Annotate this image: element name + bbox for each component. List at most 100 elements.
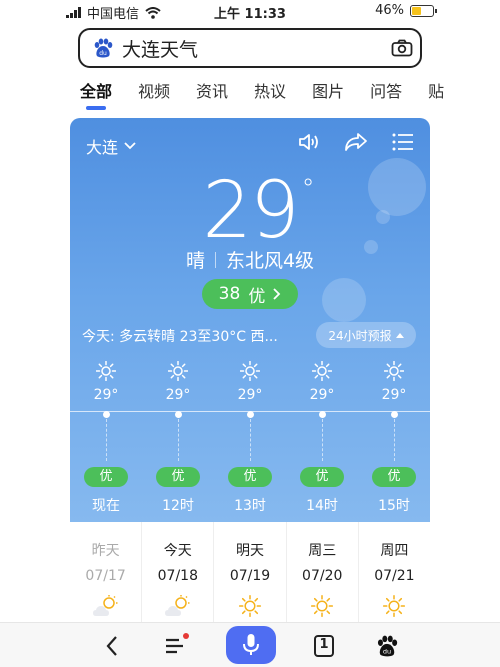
hourly-aqi-badge: 优 xyxy=(84,467,128,487)
hourly-item: 29° 优现在 xyxy=(81,360,131,521)
daily-item[interactable]: 昨天 07/17 xyxy=(70,522,143,622)
degree-symbol: ° xyxy=(301,174,315,204)
tab-qa[interactable]: 问答 xyxy=(370,78,402,110)
partly-cloudy-icon xyxy=(92,594,120,618)
tab-images[interactable]: 图片 xyxy=(312,78,344,110)
triangle-up-icon xyxy=(395,333,404,338)
voice-search-button[interactable] xyxy=(226,626,276,664)
today-summary: 今天: 多云转晴 23至30°C 西... xyxy=(82,329,278,345)
search-input[interactable]: 大连天气 xyxy=(122,35,384,62)
status-right: 46% xyxy=(375,3,437,18)
bottom-nav: 1 du xyxy=(0,622,500,667)
forecast-24h-label: 24小时预报 xyxy=(328,328,392,343)
hourly-temp: 29° xyxy=(309,387,335,403)
hourly-time: 13时 xyxy=(234,498,266,514)
hourly-time: 现在 xyxy=(92,498,120,514)
tab-tieba[interactable]: 贴 xyxy=(428,78,444,110)
daily-weekday: 周三 xyxy=(308,543,337,559)
aqi-label: 优 xyxy=(248,286,266,307)
sun-icon xyxy=(383,360,405,382)
search-box[interactable]: du 大连天气 xyxy=(78,28,422,68)
hourly-item: 29° 优 13时 xyxy=(225,360,275,521)
hourly-time: 15时 xyxy=(378,498,410,514)
sun-icon xyxy=(236,594,264,618)
daily-date: 07/20 xyxy=(302,568,343,584)
temperature-value: 29 xyxy=(202,166,299,256)
svg-text:du: du xyxy=(99,50,107,57)
hourly-guide-line xyxy=(250,419,251,461)
tabs-button[interactable]: 1 xyxy=(307,629,341,663)
tab-news[interactable]: 资讯 xyxy=(196,78,228,110)
microphone-icon xyxy=(243,634,259,655)
sun-icon xyxy=(380,594,408,618)
share-icon[interactable] xyxy=(344,132,368,152)
hourly-item: 29° 优 14时 xyxy=(297,360,347,521)
speaker-icon[interactable] xyxy=(298,132,320,152)
decor-bubble xyxy=(322,278,366,322)
condition-text: 晴 xyxy=(185,250,205,272)
svg-text:du: du xyxy=(383,648,391,656)
current-temperature: 29 ° xyxy=(70,166,430,256)
hourly-temp: 29° xyxy=(381,387,407,403)
hourly-temp-point xyxy=(175,411,182,418)
tab-all[interactable]: 全部 xyxy=(80,78,112,110)
baidu-home-button[interactable]: du xyxy=(370,629,404,663)
daily-weekday: 明天 xyxy=(236,543,264,559)
baidu-paw-icon: du xyxy=(377,635,398,657)
daily-forecast: 昨天 07/17 今天 07/18 明天 07/19 周三 07/20 周四 07/21 xyxy=(70,522,430,622)
hourly-temp: 29° xyxy=(165,387,191,403)
status-bar: 中国电信 上午 11:33 46% xyxy=(0,0,500,22)
hourly-guide-line xyxy=(394,419,395,461)
sun-icon xyxy=(308,594,336,618)
daily-weekday: 昨天 xyxy=(91,543,120,559)
current-condition: 晴 东北风4级 xyxy=(70,246,430,273)
daily-item[interactable]: 今天 07/18 xyxy=(142,522,215,622)
camera-button[interactable] xyxy=(384,30,420,66)
sun-icon xyxy=(95,360,117,382)
hourly-temp: 29° xyxy=(237,387,263,403)
partly-cloudy-icon xyxy=(164,594,192,618)
aqi-badge[interactable]: 38 优 xyxy=(202,279,298,309)
tab-video[interactable]: 视频 xyxy=(138,78,170,110)
tab-count: 1 xyxy=(319,637,329,652)
back-button[interactable] xyxy=(95,629,129,663)
hourly-temp: 29° xyxy=(93,387,119,403)
feed-menu-button[interactable] xyxy=(158,629,192,663)
camera-icon xyxy=(391,39,413,57)
tab-discussion[interactable]: 热议 xyxy=(254,78,286,110)
weather-card: 大连 29 ° 晴 东北风4级 38 优 今天: 多云转晴 23至30°C 西..… xyxy=(70,118,430,522)
chevron-down-icon xyxy=(124,142,136,150)
daily-item[interactable]: 周四 07/21 xyxy=(359,522,430,622)
notification-dot xyxy=(183,633,189,639)
daily-weekday: 今天 xyxy=(163,543,192,559)
hourly-item: 29° 优 15时 xyxy=(369,360,419,521)
daily-date: 07/19 xyxy=(229,568,271,584)
battery-icon xyxy=(410,4,437,17)
sun-icon xyxy=(239,360,261,382)
wind-text: 东北风4级 xyxy=(225,250,315,272)
city-selector[interactable]: 大连 xyxy=(86,134,136,158)
forecast-24h-button[interactable]: 24小时预报 xyxy=(316,322,416,348)
hourly-temp-point xyxy=(319,411,326,418)
daily-weekday: 周四 xyxy=(380,543,409,559)
chevron-right-icon xyxy=(273,288,281,300)
daily-item[interactable]: 周三 07/20 xyxy=(287,522,359,622)
menu-icon[interactable] xyxy=(392,132,414,152)
city-name: 大连 xyxy=(86,138,119,157)
hourly-temp-point xyxy=(103,411,110,418)
back-arrow-icon xyxy=(106,636,117,656)
aqi-value: 38 xyxy=(218,284,241,304)
daily-date: 07/18 xyxy=(157,568,198,584)
hourly-aqi-badge: 优 xyxy=(300,467,344,487)
sun-icon xyxy=(167,360,189,382)
hourly-aqi-badge: 优 xyxy=(372,467,416,487)
daily-date: 07/17 xyxy=(85,568,126,584)
hourly-item: 29° 优 12时 xyxy=(153,360,203,521)
daily-item[interactable]: 明天 07/19 xyxy=(214,522,287,622)
hourly-guide-line xyxy=(178,419,179,461)
hourly-guide-line xyxy=(322,419,323,461)
hourly-time: 14时 xyxy=(306,498,338,514)
hourly-temp-point xyxy=(247,411,254,418)
list-menu-icon xyxy=(166,638,183,654)
hourly-aqi-badge: 优 xyxy=(156,467,200,487)
